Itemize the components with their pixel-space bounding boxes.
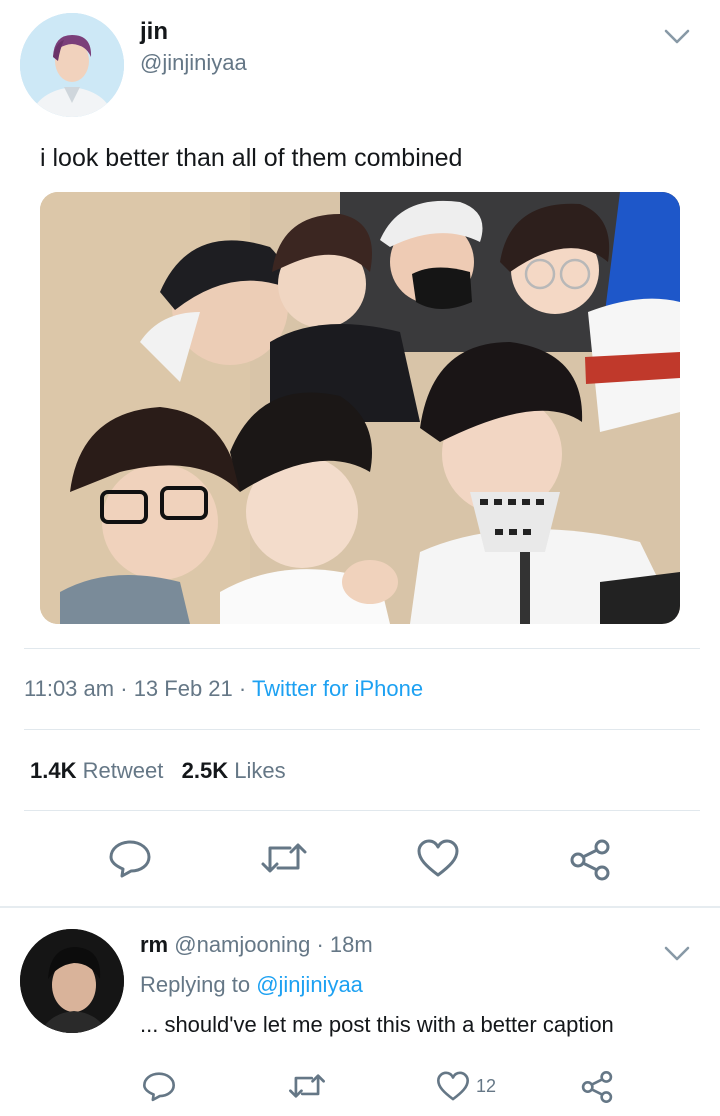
- reply-button[interactable]: [142, 1070, 176, 1102]
- likes-stat[interactable]: 2.5K Likes: [182, 758, 286, 783]
- retweet-button[interactable]: [288, 1070, 326, 1102]
- retweet-label: Retweet: [82, 758, 164, 783]
- meta-separator: ·: [316, 932, 324, 957]
- author-handle[interactable]: @jinjiniyaa: [140, 50, 247, 76]
- heart-icon: [437, 1071, 469, 1101]
- heart-icon: [417, 839, 459, 877]
- divider: [24, 648, 700, 649]
- tweet-timestamp: 11:03 am · 13 Feb 21 · Twitter for iPhon…: [24, 676, 423, 702]
- divider: [24, 729, 700, 730]
- chevron-down-icon[interactable]: [662, 27, 692, 47]
- chevron-down-icon[interactable]: [662, 944, 692, 964]
- retweet-count: 1.4K: [30, 758, 77, 783]
- like-button[interactable]: 12: [436, 1070, 496, 1102]
- author-name[interactable]: jin: [140, 18, 168, 46]
- tweet-text: i look better than all of them combined: [40, 144, 463, 172]
- reply-age: 18m: [329, 932, 373, 957]
- tweet-stats: 1.4K Retweet 2.5K Likes: [30, 758, 286, 784]
- replying-to-handle[interactable]: @jinjiniyaa: [256, 972, 363, 997]
- thread-divider: [0, 906, 720, 908]
- meta-separator: ·: [120, 676, 128, 701]
- replying-to-label: Replying to: [140, 972, 251, 997]
- reply-icon: [109, 840, 151, 878]
- reply-like-count: 12: [476, 1075, 497, 1096]
- retweets-stat[interactable]: 1.4K Retweet: [30, 758, 163, 783]
- reply-author-avatar[interactable]: [20, 929, 124, 1033]
- retweet-icon: [289, 1074, 325, 1098]
- replying-to: Replying to @jinjiniyaa: [140, 972, 363, 998]
- reply-icon: [143, 1072, 175, 1102]
- share-button[interactable]: [580, 1070, 614, 1104]
- reply-button[interactable]: [108, 838, 152, 878]
- main-tweet: jin @jinjiniyaa i look better than all o…: [0, 0, 720, 906]
- tweet-photo[interactable]: [40, 192, 680, 624]
- divider: [24, 810, 700, 811]
- retweet-button[interactable]: [260, 838, 308, 878]
- reply-text: ... should've let me post this with a be…: [140, 1012, 614, 1037]
- likes-label: Likes: [234, 758, 286, 783]
- tweet-time: 11:03 am: [24, 676, 115, 701]
- share-icon: [570, 839, 610, 881]
- meta-separator: ·: [238, 676, 247, 701]
- like-count: 2.5K: [181, 758, 229, 783]
- share-button[interactable]: [568, 838, 612, 882]
- tweet-source-link[interactable]: Twitter for iPhone: [252, 676, 423, 701]
- like-button[interactable]: [416, 838, 460, 878]
- retweet-icon: [261, 843, 307, 873]
- reply-author-handle[interactable]: @namjooning: [174, 932, 310, 957]
- reply-author-name[interactable]: rm: [140, 932, 168, 957]
- tweet-date: 13 Feb 21: [133, 676, 233, 701]
- author-avatar[interactable]: [20, 13, 124, 117]
- reply-header: rm @namjooning · 18m: [140, 932, 373, 958]
- share-icon: [581, 1071, 613, 1103]
